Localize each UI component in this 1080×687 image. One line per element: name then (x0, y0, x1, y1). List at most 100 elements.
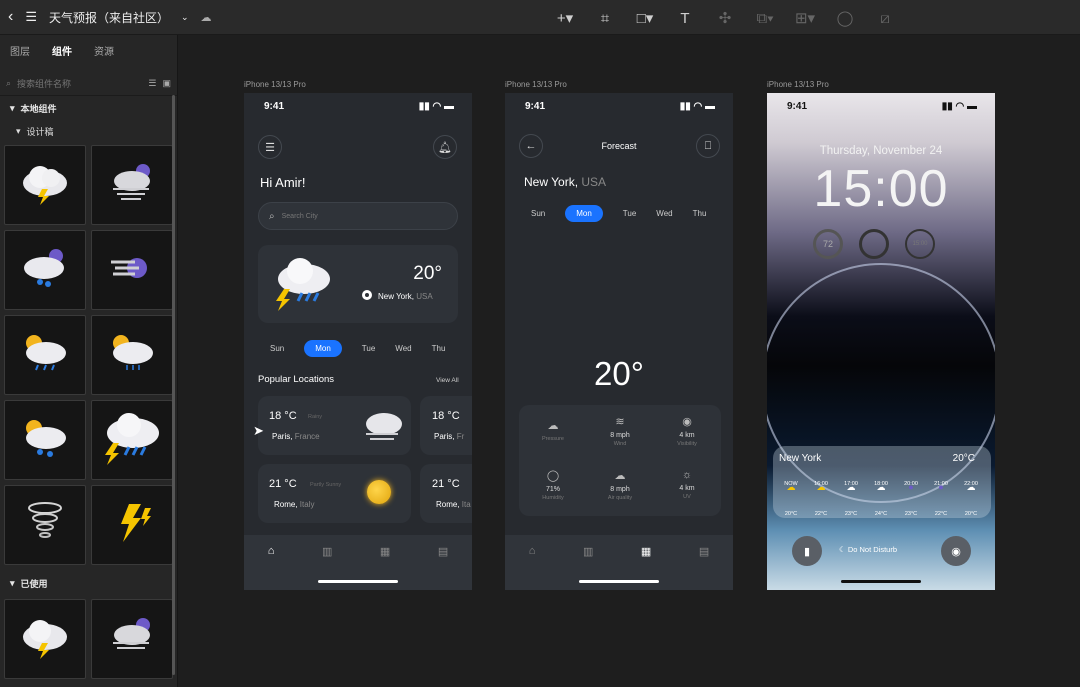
design-canvas[interactable]: iPhone 13/13 Pro iPhone 13/13 Pro iPhone… (178, 35, 1080, 687)
tornado-icon (18, 498, 72, 553)
stats-icon[interactable]: ▥ (583, 545, 593, 558)
phone-home-screen[interactable]: 9:41 ▮▮ ◠ ▬ ☰ 🔔︎ Hi Amir! ⌕ Search City … (244, 93, 472, 590)
subsection-design-label: 设计稿 (26, 127, 54, 137)
day-wed[interactable]: Wed (395, 344, 411, 353)
component-icon[interactable]: ✣ (712, 8, 738, 28)
day-mon[interactable]: Mon (565, 205, 603, 222)
mask-icon[interactable]: ◯ (832, 8, 858, 28)
section-used[interactable]: ▾ 已使用 (0, 571, 177, 596)
tab-components[interactable]: 组件 (52, 43, 72, 58)
calendar-icon[interactable]: ▦ (641, 545, 651, 558)
crop-icon[interactable]: ⧄ (872, 8, 898, 28)
widget-ring[interactable]: 72 (813, 229, 843, 259)
tab-layers[interactable]: 图层 (10, 43, 30, 58)
file-title[interactable]: 天气预报（来自社区） (49, 9, 169, 26)
day-mon[interactable]: Mon (304, 340, 342, 357)
location-card[interactable]: 21 °C Rome, Ita (420, 464, 472, 523)
component-tile[interactable] (91, 230, 173, 310)
day-thu[interactable]: Thu (432, 344, 446, 353)
component-tile[interactable] (91, 315, 173, 395)
location-card[interactable]: 18 °C Paris, Fr (420, 396, 472, 455)
dropdown-icon[interactable]: ⌄ (181, 12, 189, 23)
component-tile[interactable] (91, 400, 173, 480)
list-view-icon[interactable]: ☰ (148, 78, 156, 89)
stat-visibility: ◉ 4 km Visibility (653, 415, 721, 447)
signal-wifi-battery-icon: ▮▮ ◠ ▬ (941, 101, 977, 112)
location-temp: 21 °C (269, 478, 297, 490)
status-time: 9:41 (264, 101, 285, 112)
day-sun[interactable]: Sun (270, 344, 284, 353)
map-icon[interactable]: ▤ (438, 545, 448, 558)
day-wed[interactable]: Wed (656, 209, 672, 218)
add-icon[interactable]: +▾ (552, 8, 578, 28)
location-city: Rome, Ita (436, 500, 471, 509)
lock-widgets: 72 15:00 (813, 229, 935, 259)
component-tile[interactable] (4, 230, 86, 310)
used-grid (0, 596, 177, 679)
hamburger-icon[interactable]: ☰ (258, 135, 282, 159)
rectangle-icon[interactable]: □▾ (632, 8, 658, 28)
widget-ring[interactable]: 15:00 (905, 229, 935, 259)
search-icon: ⌕ (269, 210, 275, 222)
align-icon[interactable]: ⊞▾ (792, 8, 818, 28)
boolean-icon[interactable]: ⧉▾ (752, 8, 778, 28)
component-tile[interactable] (4, 315, 86, 395)
view-all-link[interactable]: View All (436, 377, 459, 384)
status-bar: 9:41 ▮▮ ◠ ▬ (525, 101, 715, 112)
current-weather-card[interactable]: 20° New York, USA (258, 245, 458, 323)
bookmark-icon[interactable]: ⎕ (696, 134, 720, 158)
lock-clock: 15:00 (813, 160, 949, 218)
frame-label[interactable]: iPhone 13/13 Pro (244, 80, 306, 89)
hourly-temps: 20°C 22°C 23°C 24°C 23°C 22°C 20°C (784, 511, 978, 517)
map-icon[interactable]: ▤ (699, 545, 709, 558)
weather-widget[interactable]: New York 20°C NOW 16:00 17:00 18:00 20:00 21:… (773, 446, 991, 518)
widget-ring[interactable] (859, 229, 889, 259)
library-icon[interactable]: ▣ (162, 78, 171, 89)
phone-forecast-screen[interactable]: 9:41 ▮▮ ◠ ▬ ← Forecast ⎕ New York, USA S… (505, 93, 733, 590)
back-chevron-icon[interactable]: ‹ (8, 8, 13, 26)
day-sun[interactable]: Sun (531, 209, 545, 218)
search-input[interactable] (17, 78, 143, 89)
storm-cloud-icon (270, 253, 336, 316)
home-indicator (841, 580, 921, 583)
status-bar: 9:41 ▮▮ ◠ ▬ (787, 101, 977, 112)
subsection-design[interactable]: ▾ 设计稿 (0, 121, 177, 142)
panel-scrollbar[interactable] (172, 95, 175, 675)
frame-label[interactable]: iPhone 13/13 Pro (505, 80, 567, 89)
component-tile[interactable] (4, 485, 86, 565)
moon-icon: ☾ (839, 545, 846, 554)
cursor-icon: ➤ (253, 423, 264, 438)
day-thu[interactable]: Thu (693, 209, 707, 218)
bell-icon[interactable]: 🔔︎ (433, 135, 457, 159)
frame-icon[interactable]: ⌗ (592, 8, 618, 28)
bottom-nav: ⌂ ▥ ▦ ▤ (244, 535, 472, 590)
day-tue[interactable]: Tue (362, 344, 376, 353)
component-tile[interactable] (4, 400, 86, 480)
city-search-field[interactable]: ⌕ Search City (258, 202, 458, 230)
section-local[interactable]: ▾ 本地组件 (0, 96, 177, 121)
flashlight-icon[interactable]: ▮ (792, 536, 822, 566)
component-tile[interactable] (91, 485, 173, 565)
menu-icon[interactable]: ☰ (25, 9, 37, 25)
home-icon[interactable]: ⌂ (268, 545, 275, 558)
component-tile[interactable] (4, 599, 86, 679)
location-card[interactable]: 21 °C Partly Sunny Rome, Italy (258, 464, 411, 523)
calendar-icon[interactable]: ▦ (380, 545, 390, 558)
popular-title: Popular Locations (258, 374, 335, 385)
component-tile[interactable] (91, 145, 173, 225)
home-icon[interactable]: ⌂ (529, 545, 536, 558)
stats-icon[interactable]: ▥ (322, 545, 332, 558)
frame-label[interactable]: iPhone 13/13 Pro (767, 80, 829, 89)
current-city: New York, USA (378, 292, 433, 301)
phone-lock-screen[interactable]: 9:41 ▮▮ ◠ ▬ Thursday, November 24 15:00 … (767, 93, 995, 590)
day-tue[interactable]: Tue (623, 209, 637, 218)
tab-assets[interactable]: 资源 (94, 43, 114, 58)
camera-icon[interactable]: ◉ (941, 536, 971, 566)
text-icon[interactable]: T (672, 8, 698, 28)
pressure-icon: ☁ (547, 420, 559, 432)
dnd-pill[interactable]: ☾ Do Not Disturb (839, 545, 897, 554)
component-tile[interactable] (4, 145, 86, 225)
cloud-sync-icon[interactable]: ☁ (201, 11, 212, 24)
component-tile[interactable] (91, 599, 173, 679)
location-card[interactable]: 18 °C Rainy Paris, France (258, 396, 411, 455)
